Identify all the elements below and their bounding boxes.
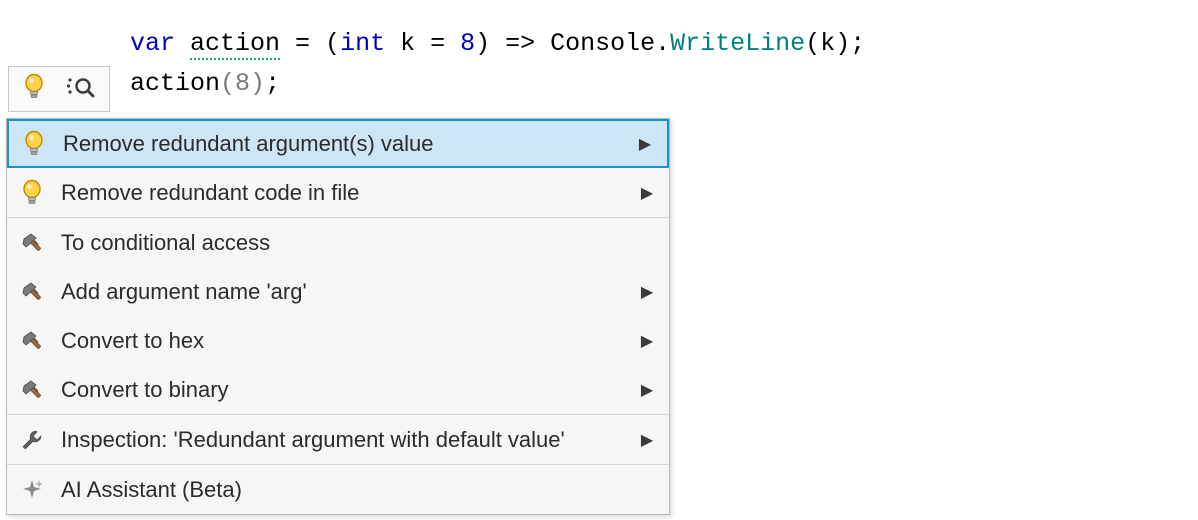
lightbulb-icon[interactable] xyxy=(23,73,45,106)
submenu-arrow-icon: ▶ xyxy=(625,183,669,203)
menu-item-label: Remove redundant argument(s) value xyxy=(59,131,623,157)
menu-item-label: Add argument name 'arg' xyxy=(57,279,625,305)
menu-item-label: Convert to binary xyxy=(57,377,625,403)
number-literal: 8 xyxy=(460,29,475,58)
call-paren-open: ( xyxy=(220,69,235,98)
inspect-icon[interactable] xyxy=(65,75,95,104)
quickfix-popup: Remove redundant argument(s) value ▶ Rem… xyxy=(6,118,670,515)
code-line-2: action(8); xyxy=(130,64,865,104)
ident-action-decl: action xyxy=(190,29,280,60)
menu-item-label: Remove redundant code in file xyxy=(57,180,625,206)
ident-action-call: action xyxy=(130,69,220,98)
keyword-int: int xyxy=(340,29,385,58)
hammer-icon xyxy=(7,231,57,255)
sparkle-icon xyxy=(7,478,57,502)
menu-item-label: To conditional access xyxy=(57,230,625,256)
redundant-arg-literal: 8 xyxy=(235,69,250,98)
menu-item-label: AI Assistant (Beta) xyxy=(57,477,625,503)
menu-item-ai-assistant[interactable]: AI Assistant (Beta) xyxy=(7,465,669,514)
method-writeline: WriteLine xyxy=(670,29,805,58)
lightbulb-icon xyxy=(9,130,59,158)
menu-item-to-conditional-access[interactable]: To conditional access xyxy=(7,218,669,267)
submenu-arrow-icon: ▶ xyxy=(625,380,669,400)
code-editor[interactable]: var action = (int k = 8) => Console.Writ… xyxy=(130,24,865,104)
submenu-arrow-icon: ▶ xyxy=(625,331,669,351)
lightbulb-icon xyxy=(7,179,57,207)
quickfix-gutter[interactable] xyxy=(8,66,110,112)
menu-item-remove-redundant-code-file[interactable]: Remove redundant code in file ▶ xyxy=(7,168,669,217)
call-paren-close: ) xyxy=(250,69,265,98)
menu-item-inspection-redundant-arg[interactable]: Inspection: 'Redundant argument with def… xyxy=(7,415,669,464)
menu-item-label: Convert to hex xyxy=(57,328,625,354)
hammer-icon xyxy=(7,329,57,353)
submenu-arrow-icon: ▶ xyxy=(625,282,669,302)
hammer-icon xyxy=(7,280,57,304)
code-line-1: var action = (int k = 8) => Console.Writ… xyxy=(130,24,865,64)
submenu-arrow-icon: ▶ xyxy=(623,134,667,154)
submenu-arrow-icon: ▶ xyxy=(625,430,669,450)
menu-item-add-argument-name[interactable]: Add argument name 'arg' ▶ xyxy=(7,267,669,316)
menu-item-convert-to-binary[interactable]: Convert to binary ▶ xyxy=(7,365,669,414)
hammer-icon xyxy=(7,378,57,402)
menu-item-label: Inspection: 'Redundant argument with def… xyxy=(57,427,625,453)
wrench-icon xyxy=(7,428,57,452)
menu-item-remove-redundant-argument[interactable]: Remove redundant argument(s) value ▶ xyxy=(7,119,669,168)
menu-item-convert-to-hex[interactable]: Convert to hex ▶ xyxy=(7,316,669,365)
keyword-var: var xyxy=(130,29,175,58)
